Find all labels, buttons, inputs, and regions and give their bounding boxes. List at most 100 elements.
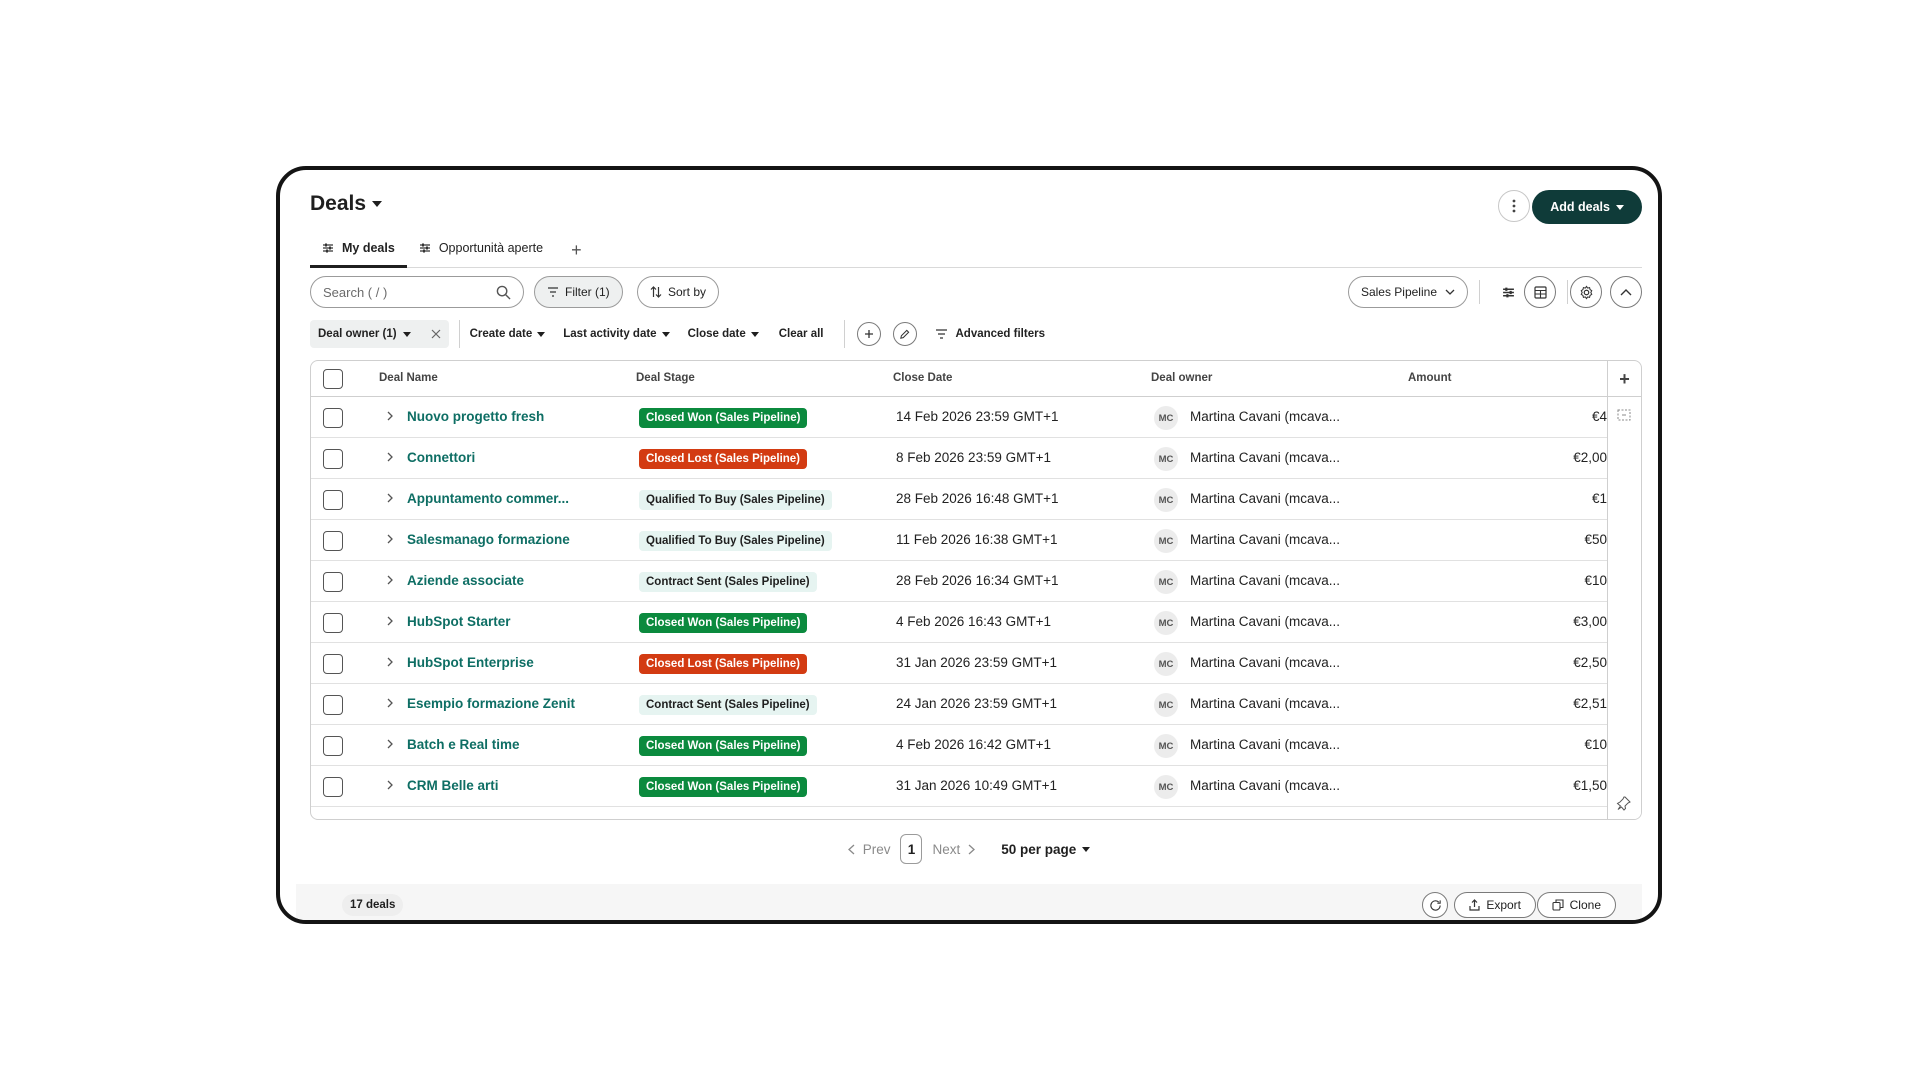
chevron-right-icon[interactable] [383, 737, 397, 751]
export-button[interactable]: Export [1454, 892, 1536, 918]
column-header-deal-stage[interactable]: Deal Stage [636, 372, 695, 384]
copy-icon [1552, 899, 1564, 911]
chevron-right-icon[interactable] [383, 409, 397, 423]
column-header-deal-name[interactable]: Deal Name [379, 372, 438, 384]
vertical-dots-icon [1512, 199, 1516, 213]
row-checkbox[interactable] [323, 777, 343, 797]
column-header-amount[interactable]: Amount [1408, 372, 1451, 384]
prev-page-button[interactable]: Prev [847, 841, 891, 857]
chevron-right-icon[interactable] [383, 573, 397, 587]
table-row[interactable]: Appuntamento commer... Qualified To Buy (… [311, 479, 1607, 520]
chevron-right-icon[interactable] [383, 450, 397, 464]
close-date-cell: 4 Feb 2026 16:42 GMT+1 [896, 737, 1051, 752]
row-checkbox[interactable] [323, 408, 343, 428]
table-row[interactable]: Connettori Closed Lost (Sales Pipeline) 8 … [311, 438, 1607, 479]
row-checkbox[interactable] [323, 531, 343, 551]
table-row[interactable]: Nuovo progetto fresh Closed Won (Sales Pi… [311, 397, 1607, 438]
view-tabs: My deals Opportunità aperte + [310, 230, 1642, 268]
row-checkbox[interactable] [323, 572, 343, 592]
row-checkbox[interactable] [323, 695, 343, 715]
chevron-right-icon[interactable] [383, 532, 397, 546]
clone-button[interactable]: Clone [1536, 892, 1616, 918]
per-page-label: 50 per page [1001, 841, 1077, 857]
deal-stage-badge: Qualified To Buy (Sales Pipeline) [639, 490, 832, 510]
last-activity-date-filter[interactable]: Last activity date [563, 328, 670, 340]
pipeline-select[interactable]: Sales Pipeline [1347, 276, 1468, 308]
per-page-select[interactable]: 50 per page [1001, 841, 1091, 857]
chevron-right-icon[interactable] [383, 614, 397, 628]
search-input[interactable]: Search ( / ) [310, 276, 524, 308]
deal-stage-badge: Closed Won (Sales Pipeline) [639, 613, 808, 633]
close-icon[interactable] [431, 329, 441, 339]
table-row[interactable]: Batch e Real time Closed Won (Sales Pipel… [311, 725, 1607, 766]
amount-cell: €10 [1584, 573, 1607, 588]
pin-icon[interactable] [1616, 795, 1632, 811]
close-date-filter[interactable]: Close date [688, 328, 759, 340]
deal-name-link[interactable]: Salesmanago formazione [407, 532, 570, 547]
deal-name-link[interactable]: Appuntamento commer... [407, 491, 569, 506]
table-header: Deal Name Deal Stage Close Date Deal own… [311, 361, 1641, 397]
board-view-button[interactable] [1492, 276, 1524, 308]
tab-opportunita-aperte[interactable]: Opportunità aperte [407, 241, 555, 268]
avatar: MC [1154, 734, 1178, 758]
chevron-right-icon[interactable] [383, 696, 397, 710]
row-checkbox[interactable] [323, 654, 343, 674]
deal-name-link[interactable]: Batch e Real time [407, 737, 520, 752]
table-row[interactable]: CRM Belle arti Closed Won (Sales Pipeline… [311, 766, 1607, 807]
table-row[interactable]: Aziende associate Contract Sent (Sales Pi… [311, 561, 1607, 602]
chevron-right-icon[interactable] [383, 491, 397, 505]
sort-button[interactable]: Sort by [637, 276, 720, 308]
edit-filters-button[interactable] [892, 322, 917, 346]
table-row[interactable]: Salesmanago formazione Qualified To Buy (… [311, 520, 1607, 561]
filter-button[interactable]: Filter (1) [534, 276, 623, 308]
settings-button[interactable] [1570, 276, 1602, 308]
deal-name-link[interactable]: Esempio formazione Zenit [407, 696, 575, 711]
page-title-dropdown[interactable]: Deals [310, 192, 383, 216]
advanced-filters-button[interactable]: Advanced filters [935, 328, 1045, 340]
chevron-right-icon[interactable] [383, 655, 397, 669]
chevron-right-icon[interactable] [383, 778, 397, 792]
current-page[interactable]: 1 [900, 834, 923, 864]
close-date-cell: 11 Feb 2026 16:38 GMT+1 [896, 532, 1058, 547]
deal-name-link[interactable]: Aziende associate [407, 573, 524, 588]
create-date-filter[interactable]: Create date [470, 328, 546, 340]
deal-name-link[interactable]: CRM Belle arti [407, 778, 499, 793]
row-checkbox[interactable] [323, 490, 343, 510]
add-deals-button[interactable]: Add deals [1532, 190, 1642, 224]
row-checkbox[interactable] [323, 449, 343, 469]
table-row[interactable]: Esempio formazione Zenit Contract Sent (S… [311, 684, 1607, 725]
add-view-icon[interactable]: + [555, 241, 594, 267]
tab-my-deals[interactable]: My deals [310, 241, 407, 268]
expand-columns-icon[interactable] [1616, 407, 1632, 423]
amount-cell: €50 [1584, 532, 1607, 547]
table-view-button[interactable] [1524, 276, 1556, 308]
clear-all-link[interactable]: Clear all [779, 328, 824, 340]
refresh-button[interactable] [1422, 892, 1448, 918]
deal-name-link[interactable]: HubSpot Enterprise [407, 655, 534, 670]
add-filter-button[interactable] [856, 322, 881, 346]
prev-label: Prev [862, 841, 891, 857]
tab-label: Opportunità aperte [438, 241, 544, 255]
pencil-icon [900, 329, 910, 339]
column-header-close-date[interactable]: Close Date [893, 372, 952, 384]
deal-owner-cell: Martina Cavani (mcava... [1190, 614, 1341, 629]
table-row[interactable]: HubSpot Starter Closed Won (Sales Pipelin… [311, 602, 1607, 643]
deal-name-link[interactable]: Connettori [407, 450, 475, 465]
next-page-button[interactable]: Next [932, 841, 976, 857]
select-all-checkbox[interactable] [323, 369, 343, 389]
add-column-icon[interactable]: + [1607, 361, 1641, 397]
deal-name-link[interactable]: Nuovo progetto fresh [407, 409, 544, 424]
row-checkbox[interactable] [323, 736, 343, 756]
collapse-button[interactable] [1610, 276, 1642, 308]
deal-name-link[interactable]: HubSpot Starter [407, 614, 511, 629]
next-label: Next [932, 841, 961, 857]
close-date-cell: 24 Jan 2026 23:59 GMT+1 [896, 696, 1057, 711]
deal-owner-cell: Martina Cavani (mcava... [1190, 778, 1341, 793]
column-header-deal-owner[interactable]: Deal owner [1151, 372, 1212, 384]
table-row[interactable]: HubSpot Enterprise Closed Lost (Sales Pip… [311, 643, 1607, 684]
deal-owner-filter-chip[interactable]: Deal owner (1) [310, 320, 449, 348]
plus-icon [864, 330, 873, 338]
row-checkbox[interactable] [323, 613, 343, 633]
more-actions-button[interactable] [1498, 190, 1530, 222]
amount-cell: €2,51 [1573, 696, 1607, 711]
